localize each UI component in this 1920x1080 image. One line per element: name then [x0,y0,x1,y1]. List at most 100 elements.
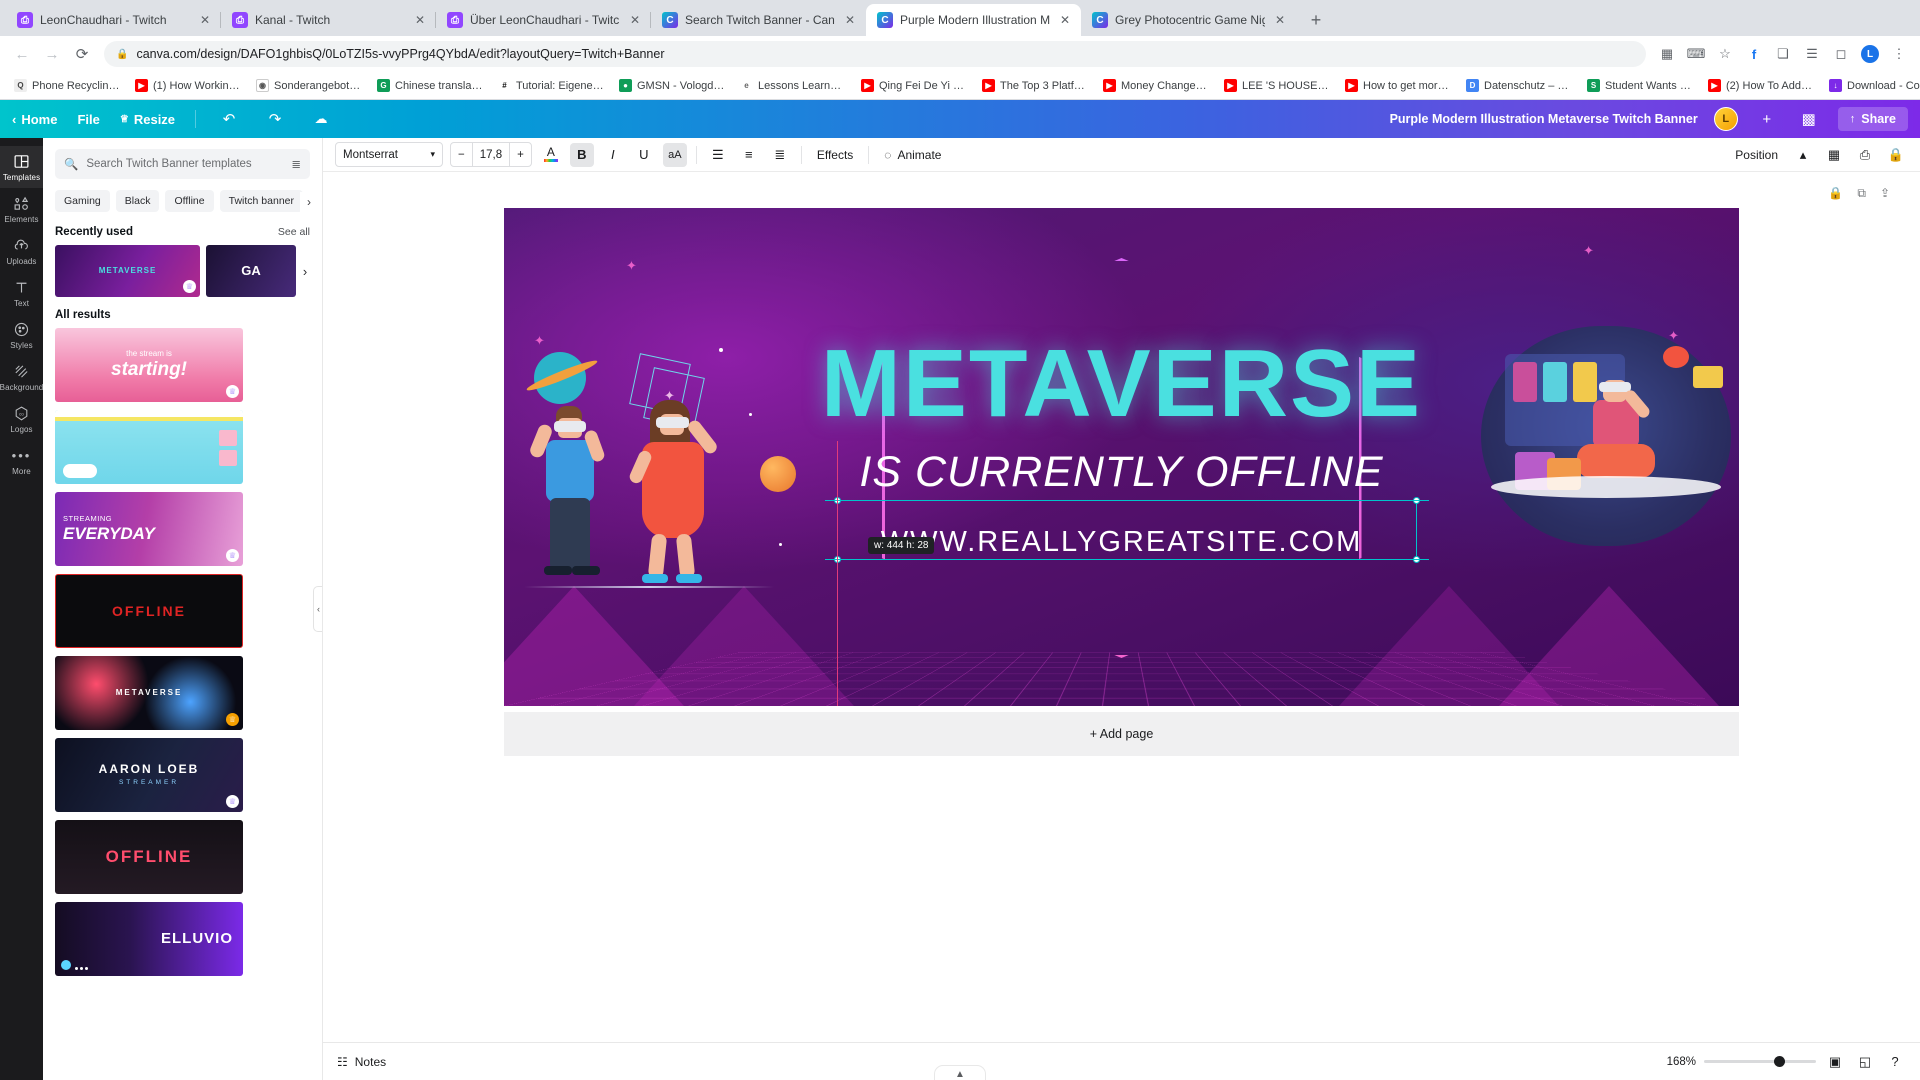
recent-template-card[interactable]: METAVERSE ♕ [55,245,200,297]
font-size-increase[interactable]: + [510,143,531,166]
copy-style-icon[interactable]: ⎙ [1853,143,1877,167]
tab-close-icon[interactable]: ✕ [197,12,213,28]
help-icon[interactable]: ? [1884,1051,1906,1073]
new-tab-button[interactable]: + [1302,6,1330,34]
collapse-panel-button[interactable]: ▲ [934,1065,986,1080]
lock-icon[interactable]: 🔒 [1828,186,1843,201]
grid-icon[interactable]: ▦ [1822,143,1846,167]
design-banner[interactable]: ✦ ✦ ✦ ✦ ✦ ✦ [504,208,1739,706]
bookmark-item[interactable]: S Student Wants an... [1581,76,1699,95]
position-button[interactable]: Position [1729,148,1784,162]
add-page-button[interactable]: + Add page [504,712,1739,756]
star-icon[interactable]: ☆ [1712,41,1738,67]
bookmark-item[interactable]: ▶ How to get more v... [1339,76,1457,95]
template-card[interactable]: STREAMING EVERYDAY ♕ [55,492,243,566]
bookmark-item[interactable]: ● GMSN - Vologda... [613,76,731,95]
browser-tab[interactable]: C Search Twitch Banner - Canva ✕ [650,4,866,36]
sidebar-item-templates[interactable]: Templates [0,146,43,188]
bookmark-item[interactable]: G Chinese translatio... [371,76,489,95]
bookmark-item[interactable]: Q Phone Recycling... [8,76,126,95]
transparency-icon[interactable]: ▴ [1791,143,1815,167]
bullet-list-icon[interactable]: ≡ [737,143,761,167]
bookmark-item[interactable]: ▶ The Top 3 Platfor... [976,76,1094,95]
bookmark-item[interactable]: ▶ (1) How Working a... [129,76,247,95]
underline-button[interactable]: U [632,143,656,167]
template-card[interactable]: ELLUVIO [55,902,243,976]
share-button[interactable]: ↑ Share [1837,107,1908,131]
cloud-saved-icon[interactable]: ☁ [308,106,334,132]
sidebar-item-styles[interactable]: Styles [0,314,43,356]
filter-icon[interactable]: ≣ [291,157,301,171]
text-color-button[interactable]: A [539,143,563,167]
template-card[interactable] [55,410,243,484]
animate-button[interactable]: ◌ Animate [878,148,947,162]
font-family-select[interactable]: Montserrat ▾ [335,142,443,167]
sidebar-item-more[interactable]: ••• More [0,440,43,482]
effects-button[interactable]: Effects [811,148,859,162]
sidebar-item-logos[interactable]: co Logos [0,398,43,440]
forward-button[interactable]: → [38,40,66,68]
chevron-right-icon[interactable]: › [300,192,318,212]
bookmark-item[interactable]: ↓ Download - Cooki... [1823,76,1920,95]
browser-tab[interactable]: ⎙ LeonChaudhari - Twitch ✕ [6,4,221,36]
search-input[interactable]: 🔍 Search Twitch Banner templates ≣ [55,149,310,179]
notes-button[interactable]: ☷ Notes [337,1055,386,1069]
chip-black[interactable]: Black [115,190,160,212]
panel-scroll-area[interactable]: Recently used See all METAVERSE ♕ GA › A… [43,222,322,1080]
facebook-icon[interactable]: f [1741,41,1767,67]
bookmark-item[interactable]: # Tutorial: Eigene Fa... [492,76,610,95]
bold-button[interactable]: B [569,142,594,167]
canvas-area[interactable]: 🔒 ⧉ ⇪ ✦ ✦ ✦ ✦ ✦ METAVERSE IS CURRENTLY O… [323,172,1920,1042]
bookmark-item[interactable]: ▶ (2) How To Add A... [1702,76,1820,95]
browser-menu-icon[interactable]: ⋮ [1886,41,1912,67]
tab-close-icon[interactable]: ✕ [1057,12,1073,28]
lock-icon[interactable]: 🔒 [1884,143,1908,167]
zoom-slider[interactable] [1704,1056,1816,1067]
chip-gaming[interactable]: Gaming [55,190,110,212]
italic-button[interactable]: I [601,143,625,167]
tab-close-icon[interactable]: ✕ [842,12,858,28]
reload-button[interactable]: ⟳ [68,40,96,68]
font-size-value[interactable]: 17,8 [471,143,511,166]
list-icon[interactable]: ☰ [1799,41,1825,67]
see-all-link[interactable]: See all [278,226,310,238]
sidebar-item-background[interactable]: Background [0,356,43,398]
browser-tab[interactable]: C Grey Photocentric Game Night ✕ [1081,4,1296,36]
bookmark-item[interactable]: D Datenschutz – Re... [1460,76,1578,95]
banner-subtitle[interactable]: IS CURRENTLY OFFLINE [504,448,1739,497]
letter-case-button[interactable]: aA [662,142,687,167]
font-size-decrease[interactable]: − [451,143,472,166]
template-card[interactable]: METAVERSE ♕ [55,656,243,730]
template-card[interactable]: OFFLINE [55,820,243,894]
sidebar-item-text[interactable]: Text [0,272,43,314]
panel-collapse-button[interactable]: ‹ [313,586,322,632]
template-card[interactable]: the stream is starting! ♕ [55,328,243,402]
sidebar-item-uploads[interactable]: Uploads [0,230,43,272]
bookmark-item[interactable]: ▶ Money Changes E... [1097,76,1215,95]
chip-offline[interactable]: Offline [165,190,214,212]
address-bar[interactable]: 🔒 canva.com/design/DAFO1ghbisQ/0LoTZI5s-… [104,41,1646,67]
more-icon[interactable]: ⇪ [1880,186,1890,201]
recent-template-card[interactable]: GA [206,245,296,297]
chip-twitch-banner[interactable]: Twitch banner [219,190,303,212]
line-spacing-icon[interactable]: ≣ [768,143,792,167]
bookmark-item[interactable]: ▶ LEE 'S HOUSE—... [1218,76,1336,95]
bar-chart-icon[interactable]: ▩ [1796,106,1822,132]
text-selection-box[interactable]: w: 444 h: 28 [825,441,1429,706]
sidebar-item-elements[interactable]: Elements [0,188,43,230]
align-left-icon[interactable]: ☰ [706,143,730,167]
chevron-right-icon[interactable]: › [296,261,314,281]
font-size-stepper[interactable]: − 17,8 + [450,142,532,167]
add-member-button[interactable]: + [1754,106,1780,132]
bookmark-item[interactable]: ◉ Sonderangebot! |... [250,76,368,95]
file-menu-button[interactable]: File [77,112,99,127]
banner-title[interactable]: METAVERSE [504,336,1739,432]
fullscreen-icon[interactable]: ◱ [1854,1051,1876,1073]
home-button[interactable]: ‹ Home [12,112,57,127]
page-manager-icon[interactable]: ▣ [1824,1051,1846,1073]
browser-tab[interactable]: ⎙ Über LeonChaudhari - Twitch ✕ [435,4,651,36]
tab-close-icon[interactable]: ✕ [412,12,428,28]
avatar[interactable]: L [1713,107,1738,131]
duplicate-icon[interactable]: ⧉ [1857,186,1866,201]
tab-close-icon[interactable]: ✕ [1272,12,1288,28]
